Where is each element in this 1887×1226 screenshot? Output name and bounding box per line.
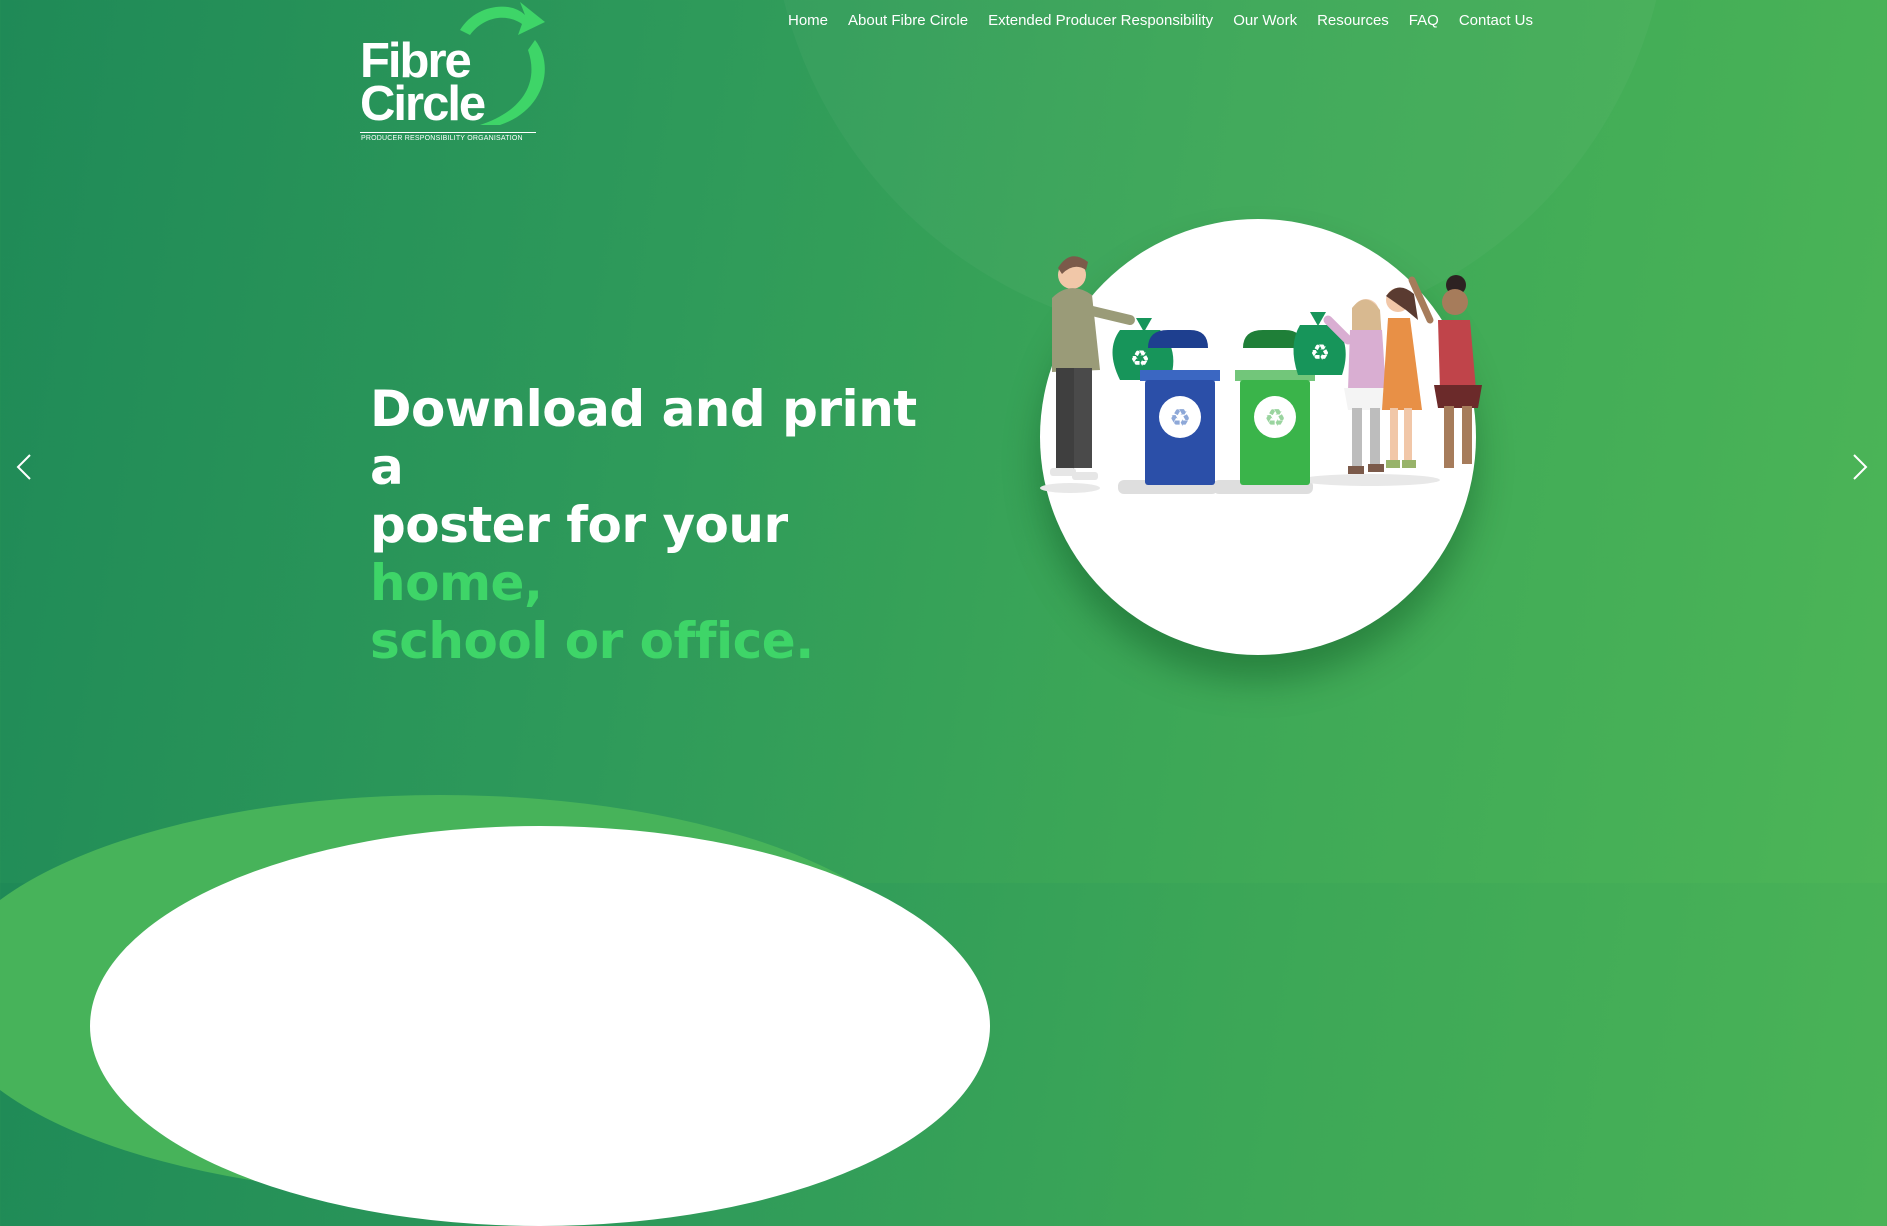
girl-orange-figure [1382, 287, 1422, 468]
svg-text:♻: ♻ [1130, 347, 1150, 372]
girl-red-figure [1408, 275, 1482, 468]
svg-text:♻: ♻ [1169, 404, 1191, 432]
nav-home[interactable]: Home [778, 12, 838, 29]
girl-pink-figure [1323, 299, 1390, 474]
hero-line-1: Download and print a [370, 380, 917, 496]
nav-epr[interactable]: Extended Producer Responsibility [978, 12, 1223, 29]
hero-line-2: poster for your [370, 496, 788, 554]
logo-line-2: Circle [360, 77, 486, 131]
hero-accent-school-office: school or office. [370, 612, 814, 670]
slider-prev-button[interactable] [10, 452, 40, 482]
chevron-right-icon [1853, 454, 1868, 480]
nav-our-work[interactable]: Our Work [1223, 12, 1307, 29]
svg-text:♻: ♻ [1264, 404, 1286, 432]
chevron-left-icon [16, 454, 31, 480]
hero-accent-home: home, [370, 554, 543, 612]
logo-tagline: PRODUCER RESPONSIBILITY ORGANISATION [361, 135, 523, 142]
hero-heading: Download and print a poster for your hom… [370, 380, 930, 670]
nav-faq[interactable]: FAQ [1399, 12, 1449, 29]
nav-contact[interactable]: Contact Us [1449, 12, 1543, 29]
main-nav: Home About Fibre Circle Extended Produce… [778, 12, 1543, 29]
bottom-wave-white [90, 826, 990, 1226]
bag-right: ♻ [1293, 312, 1346, 375]
svg-text:♻: ♻ [1310, 341, 1330, 366]
logo-divider [360, 132, 536, 133]
logo-wordmark: Fibre Circle [360, 37, 486, 131]
fibre-circle-logo[interactable]: Fibre Circle PRODUCER RESPONSIBILITY ORG… [360, 0, 560, 150]
nav-resources[interactable]: Resources [1307, 12, 1399, 29]
nav-about[interactable]: About Fibre Circle [838, 12, 978, 29]
recycling-people-illustration: ♻ ♻ ♻ ♻ [1040, 256, 1482, 494]
slider-next-button[interactable] [1844, 452, 1874, 482]
